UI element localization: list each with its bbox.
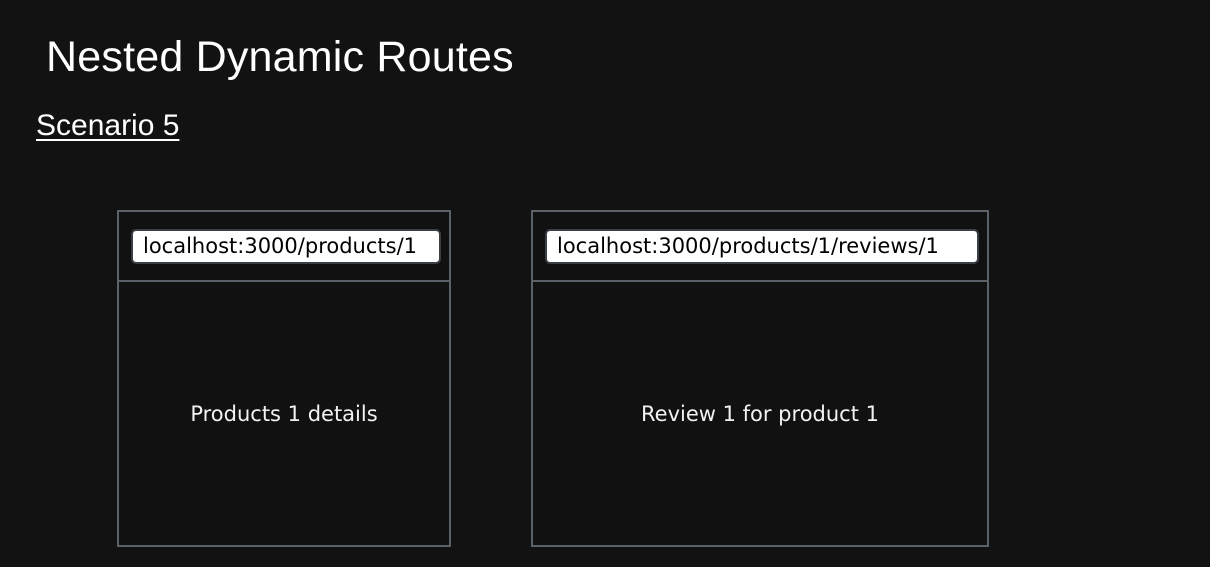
browser-window-products: localhost:3000/products/1 Products 1 det… <box>117 210 451 547</box>
scenario-label: Scenario 5 <box>36 109 180 142</box>
page-content-text: Products 1 details <box>190 401 378 426</box>
slide-title: Nested Dynamic Routes <box>46 33 514 81</box>
page-content: Products 1 details <box>119 282 449 545</box>
browser-toolbar: localhost:3000/products/1/reviews/1 <box>533 212 987 282</box>
address-bar[interactable]: localhost:3000/products/1/reviews/1 <box>545 229 979 264</box>
address-bar[interactable]: localhost:3000/products/1 <box>131 229 441 264</box>
page-content-text: Review 1 for product 1 <box>641 401 879 426</box>
page-content: Review 1 for product 1 <box>533 282 987 545</box>
browser-window-review: localhost:3000/products/1/reviews/1 Revi… <box>531 210 989 547</box>
browser-toolbar: localhost:3000/products/1 <box>119 212 449 282</box>
